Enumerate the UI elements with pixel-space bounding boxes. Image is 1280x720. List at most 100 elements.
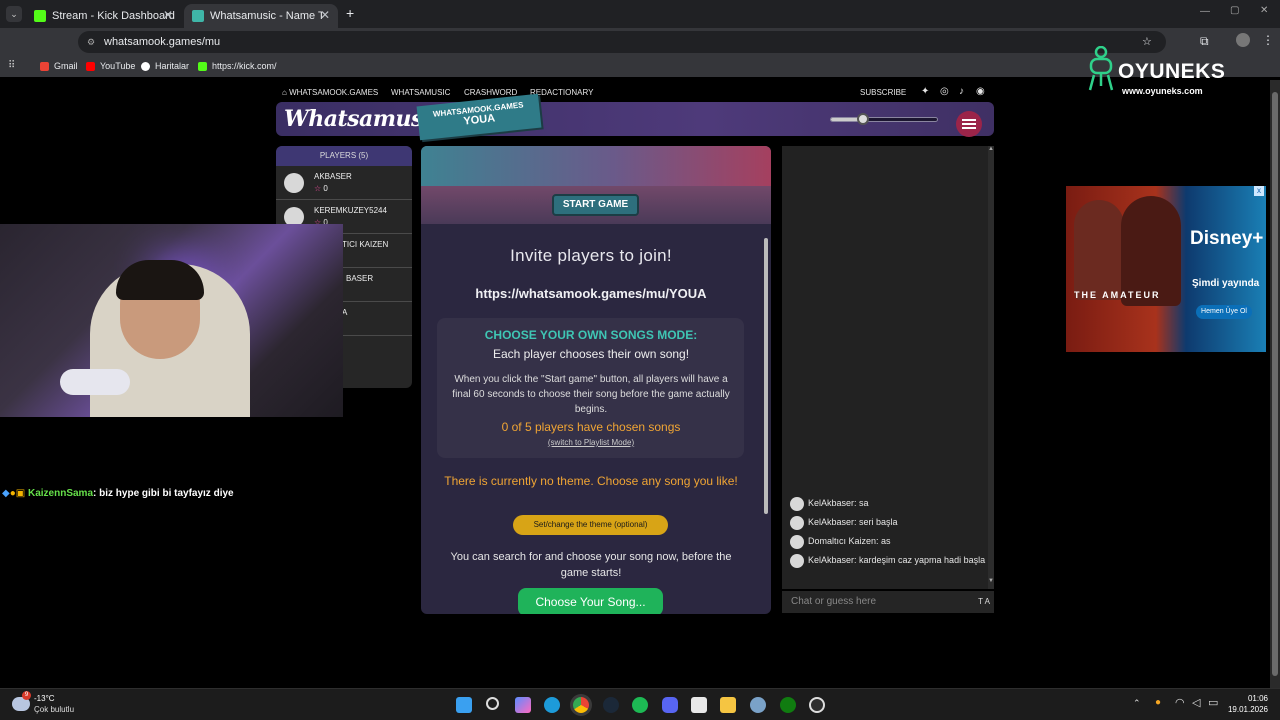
nav-link-redactionary[interactable]: REDACTIONARY	[530, 88, 593, 97]
windows-start-icon[interactable]	[456, 697, 472, 713]
game-chat: KelAkbaser: sa KelAkbaser: seri başla Do…	[782, 146, 994, 589]
microphone-tray-icon[interactable]: ●	[1155, 697, 1161, 708]
address-bar[interactable]: ⚙ whatsamook.games/mu ☆	[78, 31, 1166, 53]
site-info-icon[interactable]: ⚙	[87, 31, 95, 53]
watermark-name: OYUNEKS	[1118, 60, 1226, 83]
volume-icon[interactable]: ◁	[1192, 696, 1200, 709]
ad-close-icon[interactable]: x	[1254, 186, 1264, 196]
scroll-up-icon[interactable]: ▲	[988, 146, 994, 152]
chat-text: : biz hype gibi bi tayfayız diye	[93, 488, 234, 499]
bookmark-gmail[interactable]: Gmail	[40, 61, 78, 71]
bookmark-kick[interactable]: https://kick.com/	[198, 61, 277, 71]
chat-input[interactable]: Chat or guess here T A	[782, 591, 994, 613]
weather-description[interactable]: Çok bulutlu	[34, 705, 74, 714]
tab-strip: ⌄ Stream - Kick Dashboard ✕ Whatsamusic …	[0, 0, 1280, 28]
bookmark-haritalar[interactable]: Haritalar	[141, 61, 189, 71]
microphone	[60, 369, 130, 395]
invite-url[interactable]: https://whatsamook.games/mu/YOUA	[421, 286, 761, 301]
edge-icon[interactable]	[544, 697, 560, 713]
scrollbar-thumb[interactable]	[1272, 92, 1278, 676]
scroll-down-icon[interactable]: ▼	[988, 578, 994, 584]
hamburger-menu-button[interactable]	[956, 111, 982, 137]
room-code-badge[interactable]: WHATSAMOOK.GAMES YOUA	[416, 93, 542, 141]
invite-title: Invite players to join!	[510, 246, 672, 265]
minimize-icon[interactable]: —	[1200, 6, 1210, 17]
tab-search-button[interactable]: ⌄	[6, 6, 22, 22]
xbox-icon[interactable]	[780, 697, 796, 713]
search-icon[interactable]	[486, 697, 499, 710]
chrome-icon[interactable]	[573, 697, 589, 713]
system-clock[interactable]: 01:06 19.01.2026	[1222, 694, 1268, 714]
copilot-icon[interactable]	[515, 697, 531, 713]
file-explorer-icon[interactable]	[720, 697, 736, 713]
close-tab-icon[interactable]: ✕	[320, 8, 330, 22]
menu-dots-icon[interactable]: ⋮	[1262, 33, 1274, 47]
bookmark-label: YouTube	[100, 61, 136, 71]
players-heading: PLAYERS (5)	[276, 146, 412, 166]
ad-cta-button[interactable]: Hemen Üye Ol	[1196, 305, 1252, 319]
tab-kick-dashboard[interactable]: Stream - Kick Dashboard ✕	[26, 4, 181, 28]
game-scrollbar[interactable]	[763, 228, 769, 608]
disney-plus-ad[interactable]: THE AMATEUR Disney+ Şimdi yayında Hemen …	[1066, 186, 1266, 352]
spotify-icon[interactable]	[632, 697, 648, 713]
bookmark-label: https://kick.com/	[212, 61, 277, 71]
new-tab-button[interactable]: +	[346, 5, 354, 21]
player-name: KEREMKUZEY5244	[314, 206, 387, 215]
avatar	[790, 534, 804, 549]
tray-overflow-icon[interactable]: ⌃	[1133, 698, 1141, 709]
ad-actor-image	[1074, 200, 1124, 300]
gmail-icon	[40, 61, 49, 71]
ad-brand-logo: Disney+	[1190, 228, 1264, 249]
apps-grid-icon[interactable]: ⠿	[8, 60, 15, 71]
chat-placeholder: Chat or guess here	[791, 596, 877, 607]
star-icon: ☆	[314, 184, 322, 193]
discord-app-icon[interactable]	[662, 697, 678, 713]
instagram-icon[interactable]: ◎	[940, 86, 949, 97]
chat-message-text: Domaltıcı Kaizen: as	[808, 536, 891, 546]
battery-icon[interactable]: ▭	[1208, 696, 1218, 709]
headphones	[116, 260, 204, 300]
chat-message-text: KelAkbaser: kardeşim caz yapma hadi başl…	[808, 555, 986, 565]
start-game-button[interactable]: START GAME	[552, 194, 639, 216]
page-scrollbar[interactable]	[1270, 80, 1280, 688]
bookmark-label: Haritalar	[155, 61, 190, 71]
weather-temperature[interactable]: -13°C	[34, 694, 55, 703]
weather-badge: 9	[22, 691, 31, 700]
bookmark-youtube[interactable]: YouTube	[86, 61, 135, 71]
choose-song-button[interactable]: Choose Your Song...	[518, 588, 663, 614]
chat-scrollbar[interactable]: ▲ ▼	[988, 146, 994, 589]
chat-message: Domaltıcı Kaizen: as	[790, 534, 986, 549]
close-window-icon[interactable]: ✕	[1260, 5, 1268, 16]
discord-icon[interactable]: ◉	[976, 86, 985, 97]
twitter-icon[interactable]: ✦	[921, 86, 929, 97]
restore-icon[interactable]: ▢	[1230, 5, 1239, 16]
volume-knob[interactable]	[856, 113, 869, 125]
settings-icon[interactable]	[750, 697, 766, 713]
switch-mode-link[interactable]: (switch to Playlist Mode)	[421, 438, 761, 447]
profile-icon[interactable]	[1236, 33, 1250, 47]
capture-app-icon[interactable]	[691, 697, 707, 713]
tiktok-icon[interactable]: ♪	[959, 86, 964, 97]
nav-link-whatsamusic[interactable]: WHATSAMUSIC	[391, 88, 450, 97]
oyuneks-mascot-icon	[1088, 46, 1114, 91]
home-link[interactable]: ⌂ WHATSAMOOK.GAMES	[282, 88, 378, 97]
obs-icon[interactable]	[809, 697, 825, 713]
wifi-icon[interactable]: ◠	[1175, 696, 1185, 709]
steam-icon[interactable]	[603, 697, 619, 713]
scrollbar-thumb[interactable]	[764, 238, 768, 514]
set-theme-button[interactable]: Set/change the theme (optional)	[513, 515, 668, 535]
text-format-icon[interactable]: T A	[978, 591, 990, 613]
score-value: 0	[323, 184, 328, 193]
kick-favicon-icon	[34, 10, 46, 22]
stream-chat-message: ◆●▣ KaizennSama: biz hype gibi bi tayfay…	[2, 488, 234, 499]
oyuneks-watermark: OYUNEKS www.oyuneks.com	[1086, 46, 1236, 98]
clock-time: 01:06	[1247, 694, 1268, 703]
game-header: Whatsamusic WHATSAMOOK.GAMES YOUA	[276, 93, 994, 141]
close-tab-icon[interactable]: ✕	[163, 8, 173, 22]
subscribe-link[interactable]: SUBSCRIBE	[860, 88, 906, 97]
tab-whatsamusic[interactable]: Whatsamusic - Name That Tun ✕	[184, 4, 338, 28]
player-row[interactable]: AKBASER ☆ 0	[276, 166, 412, 200]
volume-slider[interactable]	[830, 113, 938, 125]
menu-line	[962, 127, 976, 129]
mode-title: CHOOSE YOUR OWN SONGS MODE:	[484, 328, 698, 342]
